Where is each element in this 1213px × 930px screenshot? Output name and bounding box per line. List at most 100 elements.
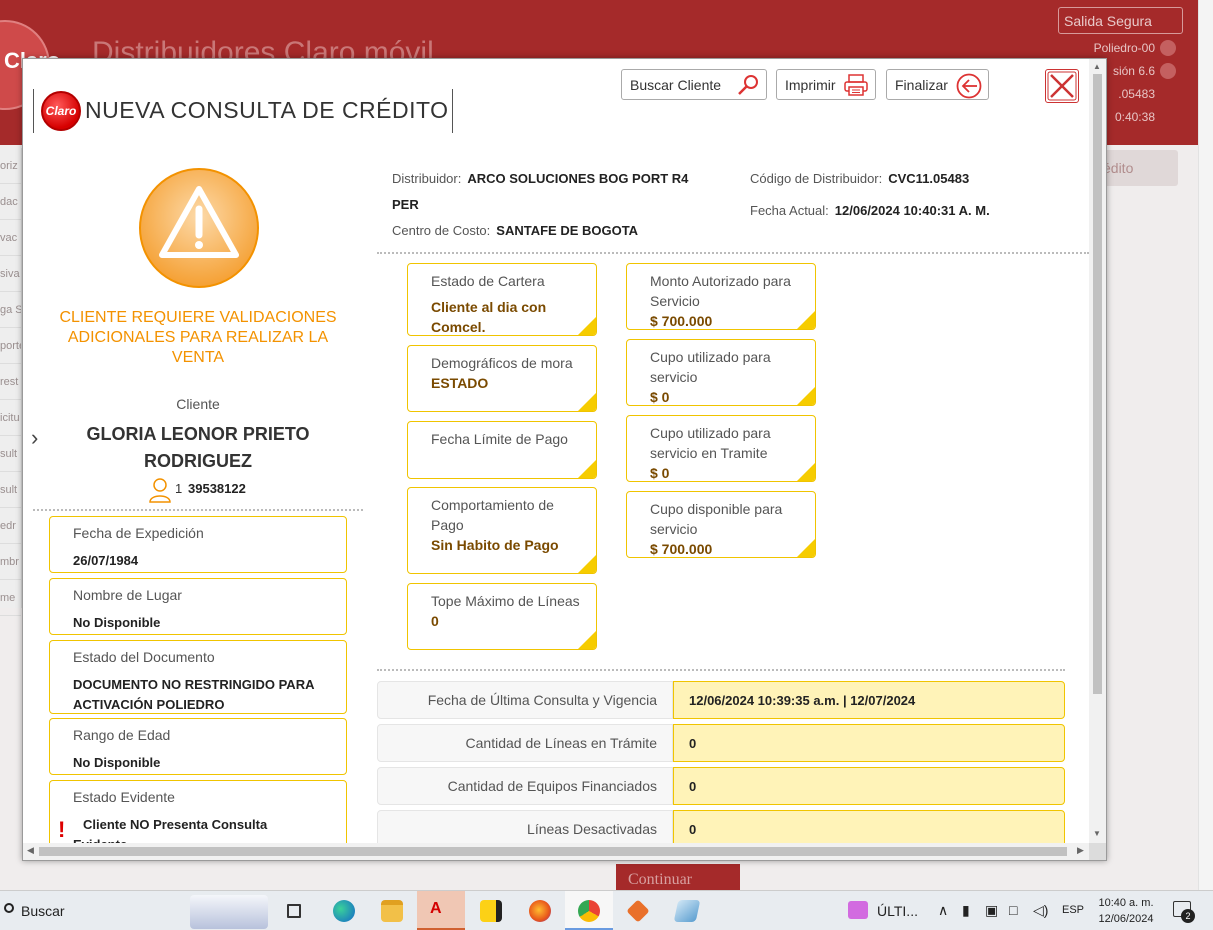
app-window-icon[interactable] (848, 901, 868, 919)
modal-horizontal-scrollbar[interactable]: ◀ ▶ (23, 843, 1091, 860)
close-icon (1047, 71, 1077, 101)
cupo-utilizado-tramite-card: Cupo utilizado para servicio en Tramite $… (626, 415, 816, 482)
webcam-icon[interactable]: ▣ (985, 902, 998, 919)
scroll-right-icon[interactable]: ▶ (1077, 845, 1084, 856)
firefox-app[interactable] (516, 891, 564, 930)
imprimir-button[interactable]: Imprimir (776, 69, 876, 100)
finalizar-label: Finalizar (895, 77, 948, 93)
clock[interactable]: 10:40 a. m. 12/06/2024 (1093, 895, 1159, 927)
cupo-disponible-card: Cupo disponible para servicio $ 700.000 (626, 491, 816, 558)
divider (377, 669, 1065, 671)
scroll-down-icon[interactable]: ▼ (1093, 829, 1101, 838)
anydesk-app[interactable] (614, 891, 662, 930)
card-value: ESTADO (431, 375, 489, 391)
corner-marker (578, 460, 596, 478)
card-label: Fecha de Expedición (73, 525, 204, 541)
background-nav-item: icitu (0, 400, 21, 436)
printer-icon (843, 73, 869, 100)
corner-marker (797, 463, 815, 481)
background-nav-item: mbr (0, 544, 21, 580)
estado-cartera-card: Estado de Cartera Cliente al dia con Comc… (407, 263, 597, 336)
search-icon[interactable] (4, 903, 14, 913)
close-button[interactable] (1045, 69, 1079, 103)
corner-marker (578, 555, 596, 573)
chevron-up-icon[interactable]: ∧ (938, 902, 948, 919)
nombre-lugar-card: Nombre de Lugar No Disponible (49, 578, 347, 635)
background-info-line: sión 6.6 (1112, 64, 1155, 78)
fecha-actual-info: Fecha Actual: 12/06/2024 10:40:31 A. M. (750, 203, 990, 218)
modal-vertical-scrollbar[interactable]: ▲ ▼ (1089, 59, 1106, 844)
card-label: Cupo utilizado para servicio en Tramite $… (650, 423, 800, 481)
buscar-cliente-button[interactable]: Buscar Cliente (621, 69, 767, 100)
acrobat-app[interactable]: A (417, 891, 465, 930)
user-icon (149, 478, 171, 503)
card-label: Estado del Documento (73, 649, 215, 665)
acrobat-icon: A (430, 900, 442, 917)
card-value: No Disponible (73, 615, 161, 630)
divider (33, 509, 363, 511)
search-icon (736, 73, 760, 100)
corner-marker (578, 631, 596, 649)
page-scrollbar[interactable] (1198, 0, 1213, 890)
cliente-id-prefix: 1 (175, 481, 183, 496)
task-view-button[interactable] (270, 891, 318, 930)
scroll-thumb[interactable] (39, 847, 1067, 856)
chrome-app[interactable] (565, 891, 613, 930)
scroll-thumb[interactable] (1093, 74, 1102, 694)
notebook-icon (673, 900, 701, 922)
distribuidor-info: Distribuidor: ARCO SOLUCIONES BOG PORT R4 (392, 171, 688, 186)
scroll-up-icon[interactable]: ▲ (1093, 62, 1101, 71)
taskbar-window-label[interactable]: ÚLTI... (877, 903, 918, 919)
background-left-nav: oriz dac vac siva ga S porte rest icitu … (0, 148, 22, 616)
chevron-right-icon[interactable]: › (31, 425, 38, 451)
corner-marker (578, 393, 596, 411)
edge-app[interactable] (320, 891, 368, 930)
clock-date: 12/06/2024 (1098, 913, 1154, 925)
corner-marker (578, 317, 596, 335)
search-highlight-image[interactable] (190, 895, 268, 929)
fecha-actual-label: Fecha Actual: (750, 203, 829, 218)
card-value: Cliente al dia con Comcel. (431, 299, 547, 335)
scrollbar-corner (1089, 843, 1106, 860)
estado-documento-card: Estado del Documento DOCUMENTO NO RESTRI… (49, 640, 347, 714)
cliente-id-number: 39538122 (188, 481, 246, 496)
salida-segura-button[interactable]: Salida Segura (1058, 7, 1183, 34)
cliente-name: GLORIA LEONOR PRIETO RODRIGUEZ (86, 424, 310, 471)
codigo-label: Código de Distribuidor: (750, 171, 883, 186)
distribuidor-label: Distribuidor: (392, 171, 462, 186)
distribuidor-info-cont: PER (392, 197, 419, 212)
taskbar-search[interactable]: Buscar (21, 903, 65, 919)
card-value: DOCUMENTO NO RESTRINGIDO PARA ACTIVACIÓN… (73, 677, 314, 712)
sticky-notes-app[interactable] (467, 891, 515, 930)
corner-marker (797, 387, 815, 405)
validation-warning-text: CLIENTE REQUIERE VALIDACIONES ADICIONALE… (59, 309, 337, 366)
divider (377, 252, 1089, 254)
anydesk-icon (626, 899, 650, 923)
card-value: Sin Habito de Pago (431, 537, 559, 553)
notebook-app[interactable] (663, 891, 711, 930)
file-explorer-app[interactable] (368, 891, 416, 930)
network-icon[interactable]: □ (1009, 902, 1017, 918)
continuar-button[interactable]: Continuar (616, 864, 740, 890)
volume-icon[interactable]: ◁) (1033, 902, 1048, 919)
centro-costo-info: Centro de Costo: SANTAFE DE BOGOTA (392, 223, 638, 238)
credit-consult-modal: Claro NUEVA CONSULTA DE CRÉDITO Buscar C… (22, 58, 1107, 861)
card-label: Estado Evidente (73, 789, 175, 805)
centro-costo-label: Centro de Costo: (392, 223, 491, 238)
row-label: Cantidad de Equipos Financiados (377, 767, 673, 805)
scroll-left-icon[interactable]: ◀ (27, 845, 34, 856)
background-info-line: Poliedro-00 (1093, 41, 1155, 55)
warning-icon (139, 168, 259, 288)
background-nav-item: siva (0, 256, 21, 292)
background-nav-item: dac (0, 184, 21, 220)
microphone-icon[interactable]: ▮ (962, 902, 970, 919)
folder-icon (381, 900, 403, 922)
background-credit-label: édito (1103, 160, 1134, 176)
tope-maximo-lineas-card: Tope Máximo de Líneas 0 (407, 583, 597, 650)
imprimir-label: Imprimir (785, 77, 836, 93)
table-row: Fecha de Última Consulta y Vigencia 12/0… (377, 681, 1065, 719)
finalizar-button[interactable]: Finalizar (886, 69, 989, 100)
edge-icon (333, 900, 355, 922)
card-label: Tope Máximo de Líneas 0 (431, 593, 580, 629)
language-indicator[interactable]: ESP (1062, 904, 1084, 916)
